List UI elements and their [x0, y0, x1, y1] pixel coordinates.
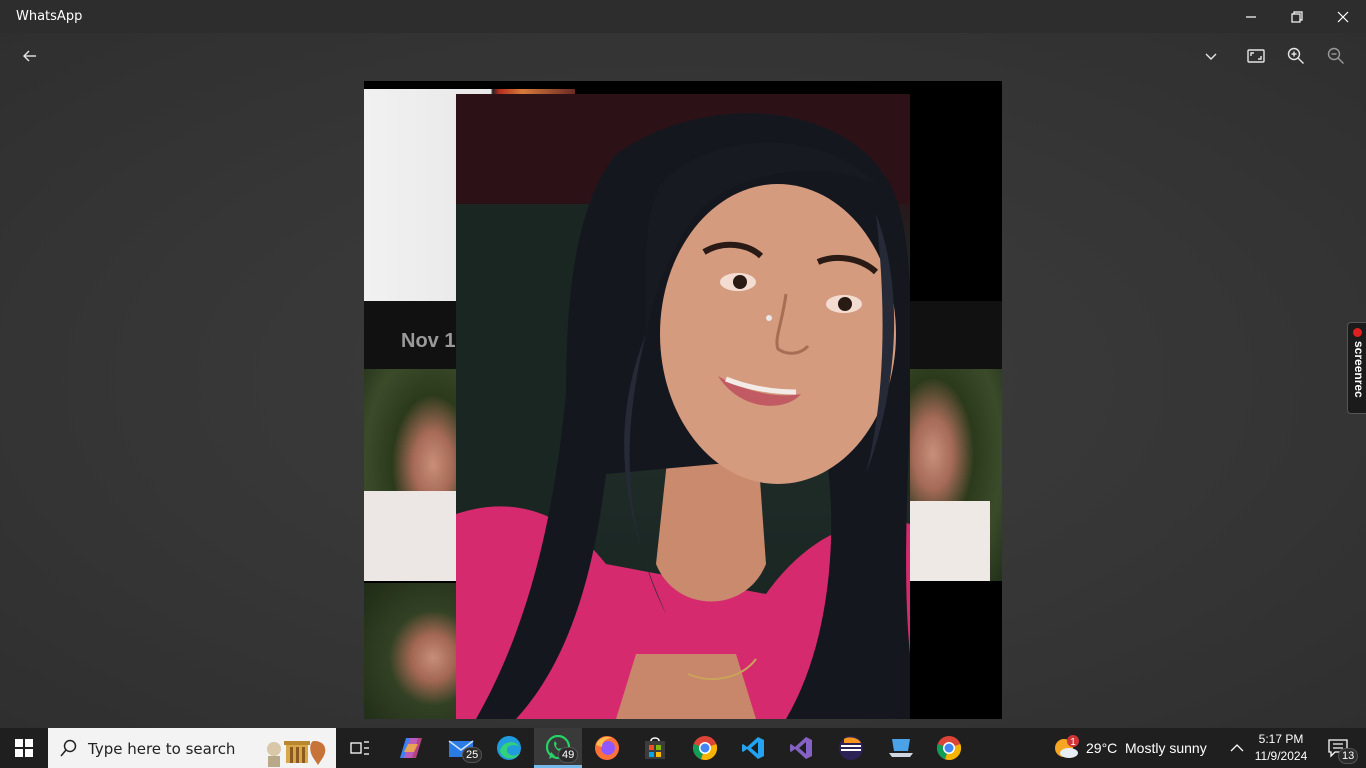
laptop-icon — [889, 739, 913, 757]
close-icon — [1337, 11, 1349, 22]
eclipse-icon — [839, 736, 863, 760]
taskbar-vscode[interactable] — [730, 728, 776, 768]
store-icon — [645, 737, 665, 759]
chevron-up-icon — [1230, 744, 1244, 752]
fit-screen-icon — [1247, 49, 1265, 63]
zoom-in-button[interactable] — [1278, 38, 1314, 74]
screenrec-label: screenrec — [1352, 341, 1366, 398]
date-label: Nov 1 — [401, 330, 456, 352]
chevron-down-icon — [1205, 53, 1217, 60]
taskbar-remote-app[interactable] — [878, 728, 924, 768]
taskbar-store[interactable] — [632, 728, 678, 768]
portrait-photo — [456, 94, 910, 719]
taskbar-visual-studio[interactable] — [778, 728, 824, 768]
minimize-icon — [1246, 15, 1256, 18]
mail-badge: 25 — [462, 747, 483, 763]
weather-temperature: 29°C — [1086, 740, 1118, 756]
weather-widget[interactable]: 1 29°C Mostly sunny — [1052, 728, 1216, 768]
start-button[interactable] — [0, 728, 48, 768]
firefox-icon — [595, 736, 619, 760]
portrait-illustration — [456, 94, 910, 719]
taskbar-copilot[interactable] — [388, 728, 434, 768]
taskbar-chrome[interactable] — [682, 728, 728, 768]
taskbar-edge[interactable] — [486, 728, 532, 768]
zoom-out-icon — [1327, 47, 1344, 64]
taskbar-mail[interactable]: 25 — [438, 728, 484, 768]
task-view-button[interactable] — [340, 728, 380, 768]
notification-count: 13 — [1338, 748, 1359, 764]
edge-icon — [497, 736, 521, 760]
background-thumbnail — [364, 583, 456, 719]
taskbar-chrome-2[interactable] — [926, 728, 972, 768]
media-image[interactable]: Nov 1 — [364, 81, 1002, 719]
visual-studio-icon — [790, 737, 812, 759]
clock-date: 11/9/2024 — [1254, 749, 1308, 763]
taskbar-search[interactable]: Type here to search — [48, 728, 336, 768]
zoom-in-icon — [1287, 47, 1304, 64]
search-highlight-icon — [267, 741, 326, 767]
restore-icon — [1291, 10, 1303, 23]
vscode-icon — [742, 737, 764, 759]
clock-time: 5:17 PM — [1258, 732, 1304, 746]
windows-icon — [15, 739, 33, 757]
fit-to-screen-button[interactable] — [1238, 38, 1274, 74]
taskbar-clock[interactable]: 5:17 PM 11/9/2024 — [1252, 731, 1310, 765]
background-thumbnail — [364, 369, 456, 581]
whatsapp-badge: 49 — [558, 747, 579, 763]
weather-alert-count: 1 — [1070, 737, 1076, 748]
back-button[interactable] — [12, 38, 48, 74]
background-thumbnail — [910, 369, 1002, 581]
close-button[interactable] — [1320, 0, 1366, 33]
restore-button[interactable] — [1274, 0, 1320, 33]
zoom-out-button[interactable] — [1318, 38, 1354, 74]
taskbar-whatsapp[interactable]: 49 — [534, 728, 582, 768]
title-bar: WhatsApp — [0, 0, 1366, 33]
screenrec-tab[interactable]: screenrec — [1347, 322, 1366, 414]
chrome-icon — [936, 736, 962, 761]
chrome-icon — [692, 736, 718, 761]
more-options-button[interactable] — [1193, 38, 1229, 74]
show-hidden-icons-button[interactable] — [1224, 728, 1250, 768]
arrow-left-icon — [23, 50, 36, 62]
search-icon — [60, 739, 77, 757]
window-title: WhatsApp — [16, 9, 83, 24]
search-placeholder: Type here to search — [88, 740, 236, 758]
taskbar-firefox[interactable] — [584, 728, 630, 768]
minimize-button[interactable] — [1228, 0, 1274, 33]
task-view-icon — [350, 741, 369, 755]
weather-condition: Mostly sunny — [1125, 740, 1207, 756]
taskbar-eclipse[interactable] — [828, 728, 874, 768]
notification-center-button[interactable]: 13 — [1318, 728, 1359, 768]
record-icon — [1353, 328, 1362, 337]
copilot-icon — [400, 738, 422, 758]
